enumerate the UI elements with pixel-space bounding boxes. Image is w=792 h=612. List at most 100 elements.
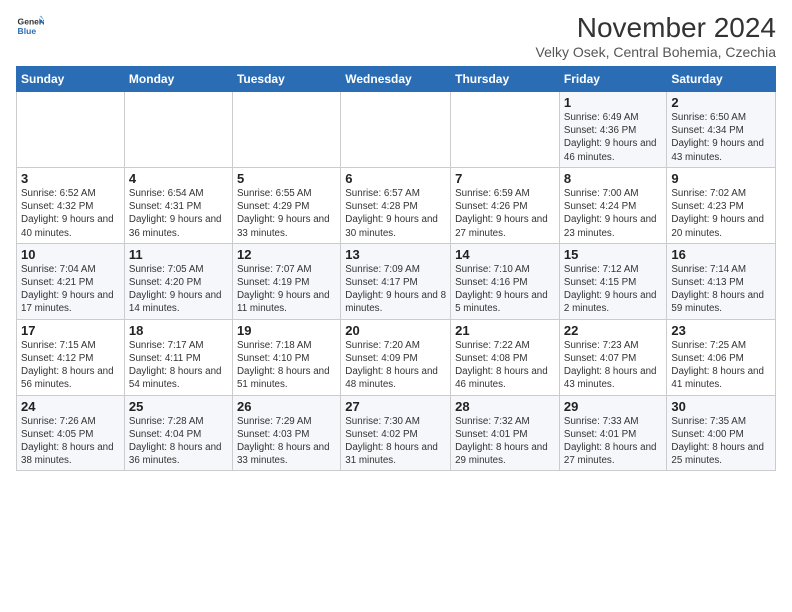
day-number: 16 — [671, 247, 771, 262]
table-row: 17Sunrise: 7:15 AM Sunset: 4:12 PM Dayli… — [17, 319, 125, 395]
day-number: 19 — [237, 323, 336, 338]
header-friday: Friday — [559, 67, 666, 92]
table-row: 21Sunrise: 7:22 AM Sunset: 4:08 PM Dayli… — [451, 319, 560, 395]
day-number: 28 — [455, 399, 555, 414]
day-number: 1 — [564, 95, 662, 110]
table-row: 2Sunrise: 6:50 AM Sunset: 4:34 PM Daylig… — [667, 92, 776, 168]
table-row: 4Sunrise: 6:54 AM Sunset: 4:31 PM Daylig… — [124, 167, 232, 243]
day-info: Sunrise: 7:20 AM Sunset: 4:09 PM Dayligh… — [345, 339, 446, 392]
day-number: 18 — [129, 323, 228, 338]
day-info: Sunrise: 6:54 AM Sunset: 4:31 PM Dayligh… — [129, 187, 228, 240]
day-number: 26 — [237, 399, 336, 414]
day-number: 3 — [21, 171, 120, 186]
day-info: Sunrise: 6:50 AM Sunset: 4:34 PM Dayligh… — [671, 111, 771, 164]
table-row — [341, 92, 451, 168]
day-info: Sunrise: 7:02 AM Sunset: 4:23 PM Dayligh… — [671, 187, 771, 240]
day-number: 23 — [671, 323, 771, 338]
calendar-header-row: Sunday Monday Tuesday Wednesday Thursday… — [17, 67, 776, 92]
day-number: 12 — [237, 247, 336, 262]
logo: General Blue — [16, 12, 44, 40]
day-number: 22 — [564, 323, 662, 338]
svg-text:Blue: Blue — [18, 26, 37, 36]
calendar-week-row: 3Sunrise: 6:52 AM Sunset: 4:32 PM Daylig… — [17, 167, 776, 243]
day-number: 15 — [564, 247, 662, 262]
table-row: 15Sunrise: 7:12 AM Sunset: 4:15 PM Dayli… — [559, 243, 666, 319]
table-row: 5Sunrise: 6:55 AM Sunset: 4:29 PM Daylig… — [232, 167, 340, 243]
table-row: 27Sunrise: 7:30 AM Sunset: 4:02 PM Dayli… — [341, 395, 451, 471]
day-number: 7 — [455, 171, 555, 186]
day-info: Sunrise: 6:55 AM Sunset: 4:29 PM Dayligh… — [237, 187, 336, 240]
table-row: 13Sunrise: 7:09 AM Sunset: 4:17 PM Dayli… — [341, 243, 451, 319]
day-info: Sunrise: 6:59 AM Sunset: 4:26 PM Dayligh… — [455, 187, 555, 240]
page-container: General Blue November 2024 Velky Osek, C… — [0, 0, 792, 479]
table-row: 30Sunrise: 7:35 AM Sunset: 4:00 PM Dayli… — [667, 395, 776, 471]
header-wednesday: Wednesday — [341, 67, 451, 92]
day-info: Sunrise: 7:09 AM Sunset: 4:17 PM Dayligh… — [345, 263, 446, 316]
calendar-week-row: 17Sunrise: 7:15 AM Sunset: 4:12 PM Dayli… — [17, 319, 776, 395]
day-info: Sunrise: 7:23 AM Sunset: 4:07 PM Dayligh… — [564, 339, 662, 392]
day-info: Sunrise: 7:00 AM Sunset: 4:24 PM Dayligh… — [564, 187, 662, 240]
day-number: 24 — [21, 399, 120, 414]
calendar-body: 1Sunrise: 6:49 AM Sunset: 4:36 PM Daylig… — [17, 92, 776, 471]
day-number: 9 — [671, 171, 771, 186]
day-number: 8 — [564, 171, 662, 186]
table-row: 29Sunrise: 7:33 AM Sunset: 4:01 PM Dayli… — [559, 395, 666, 471]
table-row: 11Sunrise: 7:05 AM Sunset: 4:20 PM Dayli… — [124, 243, 232, 319]
table-row: 16Sunrise: 7:14 AM Sunset: 4:13 PM Dayli… — [667, 243, 776, 319]
table-row: 25Sunrise: 7:28 AM Sunset: 4:04 PM Dayli… — [124, 395, 232, 471]
day-info: Sunrise: 7:25 AM Sunset: 4:06 PM Dayligh… — [671, 339, 771, 392]
day-info: Sunrise: 7:28 AM Sunset: 4:04 PM Dayligh… — [129, 415, 228, 468]
day-info: Sunrise: 7:17 AM Sunset: 4:11 PM Dayligh… — [129, 339, 228, 392]
title-block: November 2024 Velky Osek, Central Bohemi… — [536, 12, 776, 60]
calendar-table: Sunday Monday Tuesday Wednesday Thursday… — [16, 66, 776, 471]
header-tuesday: Tuesday — [232, 67, 340, 92]
location: Velky Osek, Central Bohemia, Czechia — [536, 44, 776, 60]
day-number: 2 — [671, 95, 771, 110]
day-number: 30 — [671, 399, 771, 414]
day-info: Sunrise: 7:10 AM Sunset: 4:16 PM Dayligh… — [455, 263, 555, 316]
day-info: Sunrise: 7:12 AM Sunset: 4:15 PM Dayligh… — [564, 263, 662, 316]
table-row: 3Sunrise: 6:52 AM Sunset: 4:32 PM Daylig… — [17, 167, 125, 243]
table-row: 18Sunrise: 7:17 AM Sunset: 4:11 PM Dayli… — [124, 319, 232, 395]
day-info: Sunrise: 6:52 AM Sunset: 4:32 PM Dayligh… — [21, 187, 120, 240]
day-number: 20 — [345, 323, 446, 338]
day-info: Sunrise: 7:30 AM Sunset: 4:02 PM Dayligh… — [345, 415, 446, 468]
day-number: 6 — [345, 171, 446, 186]
day-number: 11 — [129, 247, 228, 262]
table-row: 22Sunrise: 7:23 AM Sunset: 4:07 PM Dayli… — [559, 319, 666, 395]
table-row: 8Sunrise: 7:00 AM Sunset: 4:24 PM Daylig… — [559, 167, 666, 243]
day-info: Sunrise: 7:05 AM Sunset: 4:20 PM Dayligh… — [129, 263, 228, 316]
table-row: 19Sunrise: 7:18 AM Sunset: 4:10 PM Dayli… — [232, 319, 340, 395]
table-row: 23Sunrise: 7:25 AM Sunset: 4:06 PM Dayli… — [667, 319, 776, 395]
day-number: 5 — [237, 171, 336, 186]
table-row — [232, 92, 340, 168]
day-info: Sunrise: 7:07 AM Sunset: 4:19 PM Dayligh… — [237, 263, 336, 316]
day-number: 13 — [345, 247, 446, 262]
day-info: Sunrise: 7:32 AM Sunset: 4:01 PM Dayligh… — [455, 415, 555, 468]
table-row: 10Sunrise: 7:04 AM Sunset: 4:21 PM Dayli… — [17, 243, 125, 319]
table-row: 26Sunrise: 7:29 AM Sunset: 4:03 PM Dayli… — [232, 395, 340, 471]
calendar-week-row: 10Sunrise: 7:04 AM Sunset: 4:21 PM Dayli… — [17, 243, 776, 319]
table-row: 28Sunrise: 7:32 AM Sunset: 4:01 PM Dayli… — [451, 395, 560, 471]
day-info: Sunrise: 7:22 AM Sunset: 4:08 PM Dayligh… — [455, 339, 555, 392]
table-row: 1Sunrise: 6:49 AM Sunset: 4:36 PM Daylig… — [559, 92, 666, 168]
table-row: 6Sunrise: 6:57 AM Sunset: 4:28 PM Daylig… — [341, 167, 451, 243]
table-row — [451, 92, 560, 168]
day-info: Sunrise: 6:49 AM Sunset: 4:36 PM Dayligh… — [564, 111, 662, 164]
table-row: 20Sunrise: 7:20 AM Sunset: 4:09 PM Dayli… — [341, 319, 451, 395]
header-monday: Monday — [124, 67, 232, 92]
day-info: Sunrise: 7:18 AM Sunset: 4:10 PM Dayligh… — [237, 339, 336, 392]
month-title: November 2024 — [536, 12, 776, 44]
day-info: Sunrise: 7:29 AM Sunset: 4:03 PM Dayligh… — [237, 415, 336, 468]
table-row: 24Sunrise: 7:26 AM Sunset: 4:05 PM Dayli… — [17, 395, 125, 471]
header-thursday: Thursday — [451, 67, 560, 92]
table-row: 12Sunrise: 7:07 AM Sunset: 4:19 PM Dayli… — [232, 243, 340, 319]
day-info: Sunrise: 7:33 AM Sunset: 4:01 PM Dayligh… — [564, 415, 662, 468]
calendar-week-row: 1Sunrise: 6:49 AM Sunset: 4:36 PM Daylig… — [17, 92, 776, 168]
day-info: Sunrise: 7:15 AM Sunset: 4:12 PM Dayligh… — [21, 339, 120, 392]
day-info: Sunrise: 7:04 AM Sunset: 4:21 PM Dayligh… — [21, 263, 120, 316]
day-info: Sunrise: 7:35 AM Sunset: 4:00 PM Dayligh… — [671, 415, 771, 468]
calendar-week-row: 24Sunrise: 7:26 AM Sunset: 4:05 PM Dayli… — [17, 395, 776, 471]
day-info: Sunrise: 6:57 AM Sunset: 4:28 PM Dayligh… — [345, 187, 446, 240]
table-row — [124, 92, 232, 168]
